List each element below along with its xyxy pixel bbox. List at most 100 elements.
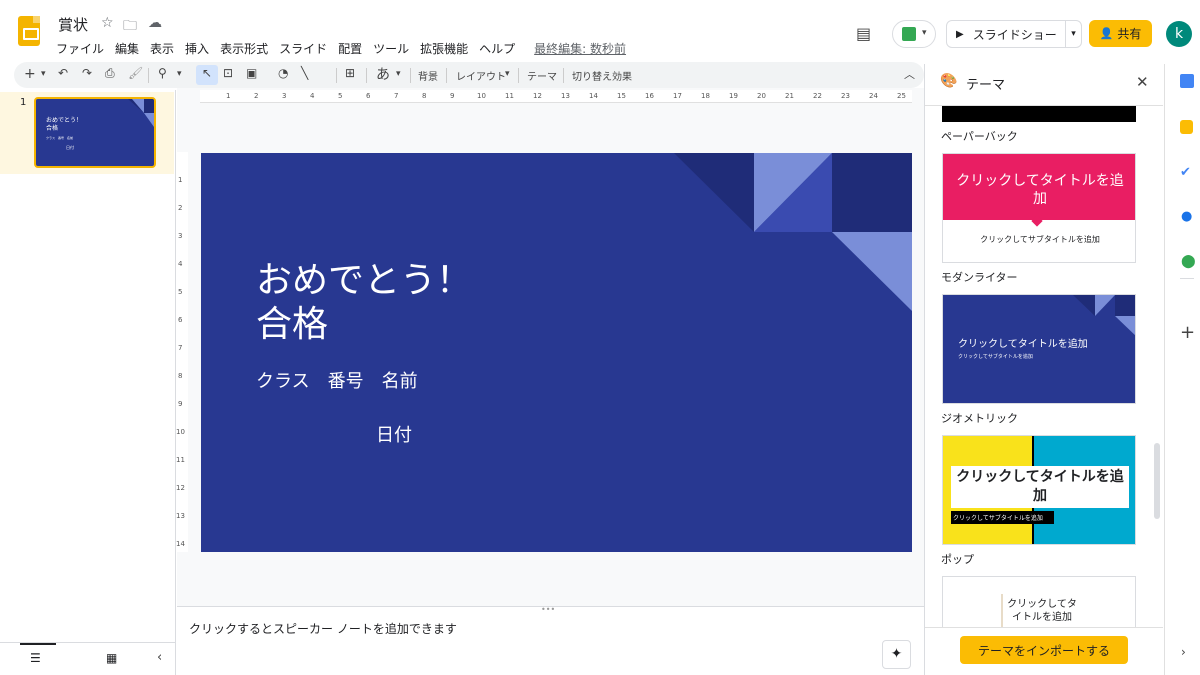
share-label: 共有 — [1117, 27, 1142, 41]
slide-thumbnail[interactable]: おめでとう！ 合格 クラス 番号 名前 日付 — [34, 97, 156, 168]
document-title[interactable]: 賞状 — [58, 14, 88, 35]
undo-icon[interactable]: ↶ — [58, 66, 68, 80]
theme-card-paperback[interactable] — [942, 106, 1136, 122]
input-tools-dropdown-icon[interactable]: ▾ — [396, 69, 401, 79]
speaker-notes[interactable]: ••• クリックするとスピーカー ノートを追加できます — [177, 605, 924, 675]
ruler-label: 9 — [450, 92, 455, 100]
side-panel — [1164, 64, 1200, 675]
menu-arrange[interactable]: 配置 — [338, 40, 362, 57]
theme-card-partial[interactable]: クリックしてタイトルを追加 — [942, 576, 1136, 628]
background-button[interactable]: 背景 — [418, 68, 438, 83]
maps-icon[interactable]: ⬤ — [1181, 254, 1196, 269]
select-cursor-icon[interactable]: ↖ — [202, 66, 212, 80]
contacts-icon[interactable]: ● — [1181, 209, 1192, 224]
slide-title-line1: おめでとう！ — [256, 260, 473, 301]
deco-triangle-light-2 — [832, 232, 912, 311]
slide-subtitle[interactable]: クラス 番号 名前 — [256, 367, 418, 393]
move-folder-icon[interactable]: 🗀 — [123, 15, 137, 39]
tasks-icon[interactable]: ✔ — [1180, 165, 1191, 180]
slide-title[interactable]: おめでとう！ 合格 — [256, 259, 472, 347]
menu-file[interactable]: ファイル — [56, 40, 104, 57]
collapse-panel-icon[interactable]: ‹ — [157, 650, 162, 665]
ruler-label: 3 — [282, 92, 287, 100]
card-subtitle: クリックしてサブタイトルを追加 — [958, 354, 1033, 360]
comment-add-icon[interactable]: ⊞ — [345, 66, 355, 80]
ruler-label: 2 — [178, 204, 183, 212]
notes-placeholder[interactable]: クリックするとスピーカー ノートを追加できます — [189, 620, 457, 637]
menu-tools[interactable]: ツール — [373, 40, 409, 57]
input-tools-button[interactable]: あ — [376, 64, 390, 84]
ruler-label: 2 — [254, 92, 259, 100]
slideshow-dropdown-icon[interactable]: ▾ — [1065, 21, 1081, 47]
star-icon[interactable]: ☆ — [101, 15, 114, 31]
show-side-panel-icon[interactable]: › — [1181, 645, 1186, 659]
ruler-label: 11 — [505, 92, 514, 100]
slideshow-button[interactable]: ▶ スライドショー ▾ — [946, 20, 1082, 48]
ruler-label: 6 — [366, 92, 371, 100]
theme-label-pop: ポップ — [941, 553, 974, 566]
transition-button[interactable]: 切り替え効果 — [572, 68, 632, 83]
layout-button[interactable]: レイアウト — [456, 68, 506, 83]
thumbnail-date: 日付 — [66, 145, 74, 150]
ruler-label: 19 — [729, 92, 738, 100]
slide-canvas[interactable]: おめでとう！ 合格 クラス 番号 名前 日付 — [201, 153, 912, 552]
import-theme-button[interactable]: テーマをインポートする — [960, 636, 1128, 664]
shape-icon[interactable]: ◔ — [278, 66, 288, 80]
card-title: クリックしてタイトルを追加 — [951, 466, 1129, 508]
menu-slide[interactable]: スライド — [279, 40, 327, 57]
redo-icon[interactable]: ↷ — [82, 66, 92, 80]
zoom-dropdown-icon[interactable]: ▾ — [177, 69, 182, 79]
ruler-label: 14 — [176, 540, 185, 548]
close-icon[interactable]: ✕ — [1136, 73, 1149, 91]
menu-view[interactable]: 表示 — [150, 40, 174, 57]
card-subtitle: クリックしてサブタイトルを追加 — [951, 511, 1054, 524]
deco-triangle-dark-1 — [674, 153, 754, 232]
menu-extensions[interactable]: 拡張機能 — [420, 40, 468, 57]
text-box-icon[interactable]: ⊡ — [223, 66, 233, 80]
line-icon[interactable]: ╲ — [301, 66, 308, 80]
divider — [1180, 278, 1194, 279]
filmstrip-view-icon[interactable]: ☰ — [30, 651, 41, 665]
last-edit-link[interactable]: 最終編集: 数秒前 — [534, 40, 626, 57]
ruler-label: 24 — [869, 92, 878, 100]
slides-logo-icon[interactable] — [18, 16, 40, 46]
add-addon-icon[interactable]: + — [1180, 322, 1195, 343]
theme-button[interactable]: テーマ — [527, 68, 557, 83]
ruler-label: 20 — [757, 92, 766, 100]
ruler-label: 13 — [561, 92, 570, 100]
theme-card-geometric[interactable]: クリックしてタイトルを追加 クリックしてサブタイトルを追加 — [942, 294, 1136, 404]
menu-help[interactable]: ヘルプ — [479, 40, 515, 57]
active-view-indicator — [20, 643, 56, 645]
ruler-label: 14 — [589, 92, 598, 100]
meet-button[interactable]: ▾ — [892, 20, 936, 48]
zoom-icon[interactable]: ⚲ — [158, 66, 167, 80]
explore-icon[interactable]: ✦ — [882, 640, 911, 669]
new-slide-icon[interactable]: + — [24, 66, 36, 82]
card-title: クリックしてタイトルを追加 — [958, 339, 1088, 350]
ruler-label: 25 — [897, 92, 906, 100]
resize-handle-icon[interactable]: ••• — [541, 605, 555, 614]
print-icon[interactable]: ⎙ — [105, 66, 115, 81]
theme-card-modern-writer[interactable]: クリックしてタイトルを追加 クリックしてサブタイトルを追加 — [942, 153, 1136, 263]
grid-view-icon[interactable]: ▦ — [106, 651, 117, 665]
image-icon[interactable]: ▣ — [246, 66, 257, 80]
collapse-toolbar-icon[interactable]: ︿ — [904, 66, 915, 82]
slide-number: 1 — [20, 97, 27, 108]
calendar-icon[interactable] — [1180, 74, 1194, 88]
scrollbar[interactable] — [1154, 443, 1160, 519]
chevron-down-icon: ▾ — [922, 28, 927, 38]
comment-history-icon[interactable]: ▤ — [856, 24, 871, 43]
paint-format-icon[interactable]: 🖌 — [128, 66, 143, 80]
share-button[interactable]: 👤 共有 — [1089, 20, 1152, 47]
avatar[interactable]: k — [1166, 21, 1192, 47]
menu-edit[interactable]: 編集 — [115, 40, 139, 57]
slide-decoration — [674, 153, 912, 311]
cloud-status-icon[interactable]: ☁ — [148, 15, 162, 31]
menu-format[interactable]: 表示形式 — [220, 40, 268, 57]
new-slide-dropdown-icon[interactable]: ▾ — [41, 69, 46, 79]
keep-icon[interactable] — [1180, 120, 1193, 134]
menu-insert[interactable]: 挿入 — [185, 40, 209, 57]
lock-person-icon: 👤 — [1099, 27, 1114, 40]
theme-card-pop[interactable]: クリックしてタイトルを追加 クリックしてサブタイトルを追加 — [942, 435, 1136, 545]
slide-date[interactable]: 日付 — [376, 421, 412, 447]
